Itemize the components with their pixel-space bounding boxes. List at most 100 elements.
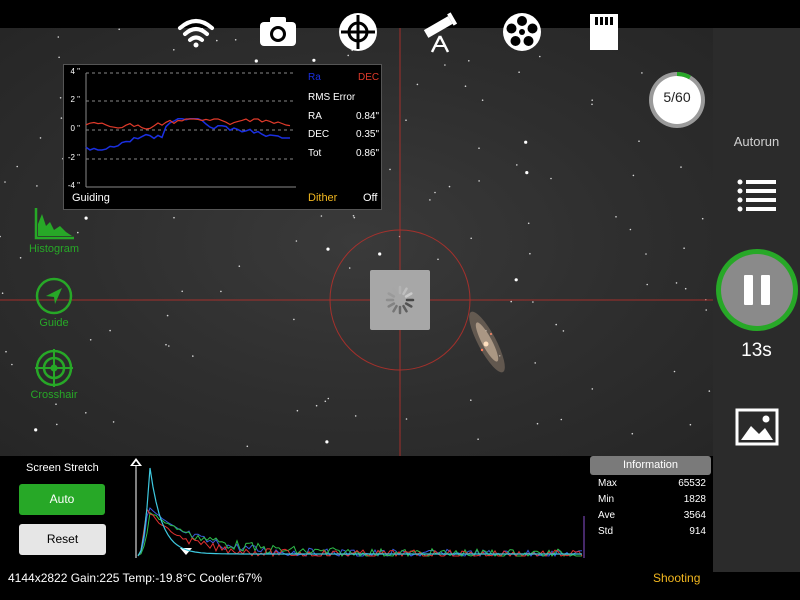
star [39, 137, 42, 139]
information-tab[interactable]: Information [590, 456, 711, 475]
rms-tot-label: Tot [308, 148, 322, 159]
autorun-label[interactable]: Autorun [713, 134, 800, 149]
right-control-panel: Autorun 13s [713, 28, 800, 572]
filter-wheel-icon[interactable] [500, 10, 544, 54]
dither-label[interactable]: Dither [308, 192, 337, 204]
camera-icon[interactable] [256, 10, 300, 54]
star [234, 39, 237, 41]
star [173, 216, 175, 219]
star [55, 403, 57, 406]
star [529, 252, 531, 255]
star [5, 350, 7, 353]
star [629, 228, 632, 231]
star [58, 56, 60, 59]
star [562, 330, 565, 332]
guide-button[interactable]: Guide [18, 276, 90, 329]
star [59, 97, 62, 99]
capture-state: Shooting [653, 571, 701, 585]
star [315, 404, 318, 407]
star [254, 59, 258, 63]
star [312, 58, 316, 62]
star [326, 247, 330, 251]
star [689, 423, 692, 426]
pause-capture-button[interactable] [713, 248, 800, 332]
star [320, 215, 323, 217]
star [481, 99, 484, 101]
guiding-graph-panel[interactable]: 4 " 2 " 0 " -2 " -4 " Ra DEC RMS Error R… [63, 64, 382, 210]
axis-label: 0 " [70, 124, 80, 133]
star [591, 99, 593, 101]
list-icon[interactable] [737, 178, 777, 212]
galaxy [469, 311, 505, 373]
star [324, 400, 327, 403]
star [516, 164, 518, 166]
crosshair-label: Crosshair [30, 389, 78, 401]
rms-dec-value: 0.35" [356, 129, 380, 140]
star [36, 185, 38, 187]
guiding-graph [85, 72, 296, 188]
star [464, 85, 467, 87]
star [389, 168, 391, 171]
star [405, 119, 407, 121]
star [378, 252, 382, 256]
star [525, 171, 529, 175]
star [57, 36, 60, 38]
star [478, 180, 480, 182]
star [536, 422, 539, 425]
sd-card-icon[interactable] [582, 10, 626, 54]
dither-value[interactable]: Off [363, 192, 377, 204]
star [85, 412, 87, 414]
star [680, 166, 682, 168]
rms-title: RMS Error [308, 92, 356, 103]
mount-control-icon[interactable] [336, 10, 380, 54]
star [327, 397, 330, 400]
screen-stretch-title: Screen Stretch [26, 462, 99, 474]
star [112, 421, 115, 423]
star [0, 235, 1, 238]
star [631, 432, 634, 435]
star [673, 370, 676, 373]
reset-stretch-button[interactable]: Reset [19, 524, 106, 555]
star [555, 323, 557, 326]
star [437, 258, 439, 261]
wifi-icon[interactable] [174, 10, 218, 54]
image-gallery-icon[interactable] [735, 408, 779, 446]
telescope-icon[interactable] [418, 10, 462, 54]
star [353, 216, 356, 219]
star [645, 253, 647, 255]
star [238, 265, 241, 267]
axis-label: 2 " [70, 95, 80, 104]
auto-stretch-button[interactable]: Auto [19, 484, 105, 515]
camera-status-text: 4144x2822 Gain:225 Temp:-19.8°C Cooler:6… [8, 571, 263, 585]
stretch-panel: Screen Stretch Auto Reset Information Ma… [0, 456, 713, 572]
star [683, 247, 685, 249]
star [348, 267, 351, 269]
axis-label: -2 " [67, 153, 80, 162]
pause-icon [744, 275, 753, 305]
navigation-arrow-icon [35, 277, 73, 315]
histogram-button[interactable]: Histogram [18, 206, 90, 255]
star [468, 60, 470, 62]
histogram-plot[interactable] [128, 456, 588, 560]
star [591, 103, 593, 106]
star [470, 237, 473, 240]
rms-ra-label: RA [308, 111, 322, 122]
crosshair-icon [35, 349, 73, 387]
star [60, 117, 63, 119]
star [11, 363, 13, 366]
star [527, 222, 530, 225]
star [539, 55, 541, 58]
legend-ra: Ra [308, 72, 321, 83]
star [246, 445, 249, 448]
exposure-countdown: 13s [741, 340, 772, 361]
star [532, 301, 534, 303]
star [166, 314, 169, 317]
loading-spinner [370, 270, 430, 330]
crosshair-button[interactable]: Crosshair [18, 348, 90, 401]
star [448, 185, 451, 188]
star [641, 72, 643, 74]
guiding-status: Guiding [72, 192, 110, 204]
star [16, 165, 19, 168]
star [632, 174, 635, 177]
star [510, 300, 512, 303]
